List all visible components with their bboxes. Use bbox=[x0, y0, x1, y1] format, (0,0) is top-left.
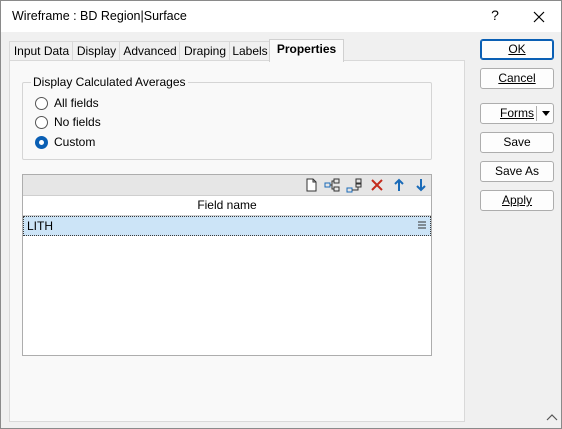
apply-button[interactable]: Apply bbox=[480, 190, 554, 211]
display-averages-group: Display Calculated Averages All fields N… bbox=[22, 75, 432, 160]
field-name-cell[interactable]: LITH bbox=[27, 219, 53, 233]
radio-indicator bbox=[35, 97, 48, 110]
append-row-button[interactable] bbox=[346, 177, 362, 193]
button-label: Save bbox=[503, 135, 531, 149]
tab-properties[interactable]: Properties bbox=[269, 39, 344, 62]
append-row-icon bbox=[346, 178, 362, 193]
move-up-button[interactable] bbox=[391, 177, 407, 193]
delete-icon bbox=[371, 179, 383, 191]
field-grid: Field name LITH bbox=[22, 174, 432, 356]
insert-row-icon bbox=[324, 178, 340, 192]
title-bar: Wireframe : BD Region|Surface ? bbox=[1, 1, 561, 32]
cancel-button[interactable]: Cancel bbox=[480, 68, 554, 89]
grid-toolbar bbox=[23, 175, 431, 196]
close-button[interactable] bbox=[527, 6, 551, 28]
help-button[interactable]: ? bbox=[485, 7, 505, 27]
tab-display[interactable]: Display bbox=[72, 41, 121, 61]
chevron-up-icon bbox=[546, 414, 558, 421]
radio-label: All fields bbox=[54, 96, 99, 110]
delete-row-button[interactable] bbox=[369, 177, 385, 193]
row-menu-button[interactable] bbox=[417, 219, 427, 231]
window-title: Wireframe : BD Region|Surface bbox=[12, 9, 187, 23]
insert-row-button[interactable] bbox=[324, 177, 340, 193]
button-label: Apply bbox=[501, 193, 533, 207]
new-row-button[interactable] bbox=[303, 177, 319, 193]
button-label: Save As bbox=[494, 164, 540, 178]
button-label: Cancel bbox=[498, 71, 536, 85]
new-document-icon bbox=[306, 178, 317, 192]
move-down-icon bbox=[416, 179, 426, 192]
tab-draping[interactable]: Draping bbox=[179, 41, 231, 61]
radio-label: Custom bbox=[54, 135, 96, 149]
dialog-window: Wireframe : BD Region|Surface ? Input Da… bbox=[0, 0, 562, 429]
radio-indicator bbox=[35, 136, 48, 149]
save-as-button[interactable]: Save As bbox=[480, 161, 554, 182]
button-label: OK bbox=[508, 42, 526, 56]
collapse-button[interactable] bbox=[545, 411, 559, 421]
radio-label: No fields bbox=[54, 115, 101, 129]
tab-label: Input Data bbox=[13, 44, 70, 58]
column-header-field-name[interactable]: Field name bbox=[23, 196, 431, 216]
move-down-button[interactable] bbox=[413, 177, 429, 193]
tab-label: Advanced bbox=[123, 44, 177, 58]
tab-label: Draping bbox=[183, 44, 227, 58]
group-title: Display Calculated Averages bbox=[31, 75, 188, 89]
tab-advanced[interactable]: Advanced bbox=[119, 41, 181, 61]
radio-indicator bbox=[35, 116, 48, 129]
tab-input-data[interactable]: Input Data bbox=[9, 41, 74, 61]
tab-labels[interactable]: Labels bbox=[229, 41, 271, 61]
button-label: Forms bbox=[500, 106, 534, 120]
tab-label: Labels bbox=[232, 44, 268, 58]
save-button[interactable]: Save bbox=[480, 132, 554, 153]
hamburger-menu-icon bbox=[418, 221, 426, 229]
ok-button[interactable]: OK bbox=[480, 39, 554, 60]
move-up-icon bbox=[394, 178, 404, 191]
forms-split-divider bbox=[536, 106, 537, 121]
properties-panel: Display Calculated Averages All fields N… bbox=[9, 60, 465, 422]
tab-label: Display bbox=[76, 44, 117, 58]
table-row[interactable]: LITH bbox=[23, 216, 431, 236]
forms-dropdown-icon[interactable] bbox=[542, 111, 550, 116]
close-icon bbox=[533, 11, 545, 23]
tab-label: Properties bbox=[276, 42, 337, 56]
